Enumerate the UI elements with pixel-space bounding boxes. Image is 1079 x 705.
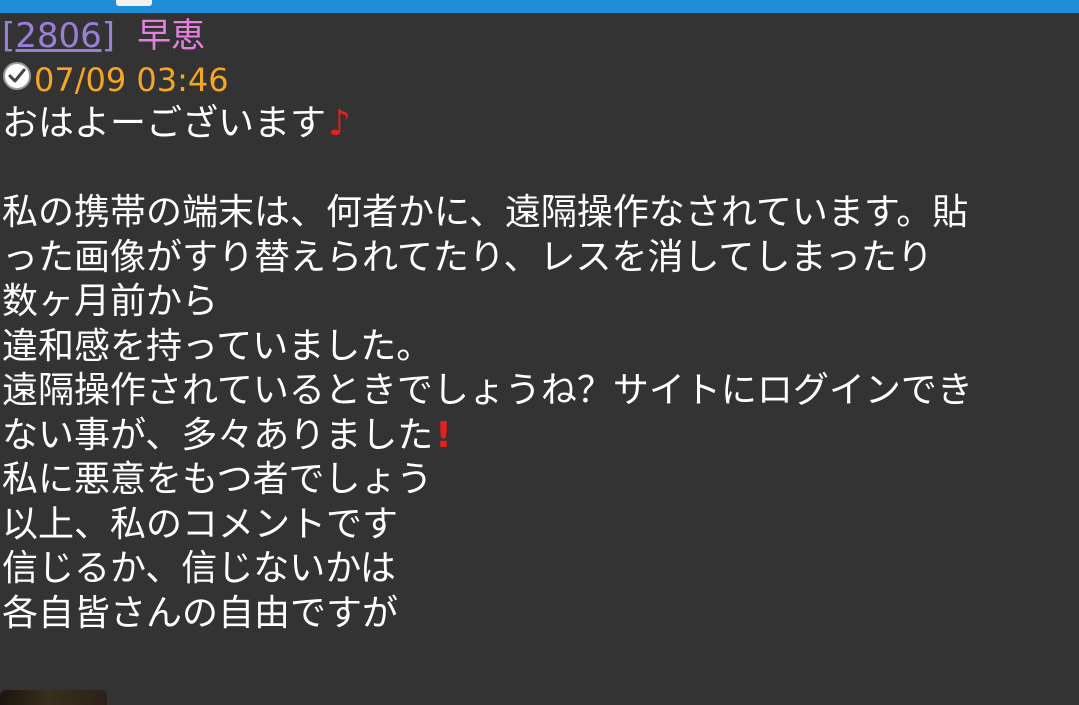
post-meta: 07/09 03:46	[2, 58, 1072, 102]
body-line: 違和感を持っていました。	[2, 325, 1072, 370]
body-text: 遠隔操作されているときでしょうね？サイトにログインでき	[2, 370, 973, 411]
body-line: ない事が、多々ありました !	[2, 414, 1072, 459]
body-line: 数ヶ月前から	[2, 280, 1072, 325]
body-line: 遠隔操作されているときでしょうね？サイトにログインでき	[2, 369, 1072, 414]
body-text: 信じるか、信じないかは	[2, 548, 396, 589]
body-text: 違和感を持っていました。	[2, 325, 433, 367]
post: [2806] 早恵 07/09 03:46 おはよーございます ♪ 私の携帯の端…	[2, 14, 1072, 636]
poster-name: 早恵	[137, 16, 206, 56]
body-text: 私に悪意をもつ者でしょう	[2, 459, 433, 500]
body-text: った画像がすり替えられてたり、レスを消してしまったり	[2, 236, 933, 278]
body-text: 私の携帯の端末は、何者かに、遠隔操作なされています。貼	[2, 192, 969, 233]
body-line: 私の携帯の端末は、何者かに、遠隔操作なされています。貼	[2, 191, 1072, 236]
post-timestamp: 07/09 03:46	[34, 61, 229, 99]
post-number-link[interactable]: [2806]	[2, 14, 115, 58]
greeting-text: おはよーございます	[2, 103, 327, 144]
music-note-icon: ♪	[328, 103, 351, 144]
body-text: 以上、私のコメントです	[2, 503, 399, 545]
exclamation-icon: !	[435, 414, 452, 456]
tab-edge	[116, 0, 152, 6]
body-text: ない事が、多々ありました	[2, 414, 434, 456]
top-bar	[0, 0, 1079, 13]
post-header: [2806] 早恵	[2, 14, 1072, 58]
body-line: 以上、私のコメントです	[2, 503, 1072, 548]
body-line: った画像がすり替えられてたり、レスを消してしまったり	[2, 236, 1072, 281]
body-text: 各自皆さんの自由ですが	[2, 592, 399, 634]
body-text: 数ヶ月前から	[2, 281, 219, 322]
post-body: おはよーございます ♪ 私の携帯の端末は、何者かに、遠隔操作なされています。貼 …	[2, 102, 1072, 636]
greeting-line: おはよーございます ♪	[2, 102, 1072, 147]
image-thumbnail[interactable]	[0, 690, 107, 705]
clock-icon	[2, 61, 32, 91]
body-line: 信じるか、信じないかは	[2, 547, 1072, 592]
body-line: 各自皆さんの自由ですが	[2, 592, 1072, 637]
body-line: 私に悪意をもつ者でしょう	[2, 458, 1072, 503]
